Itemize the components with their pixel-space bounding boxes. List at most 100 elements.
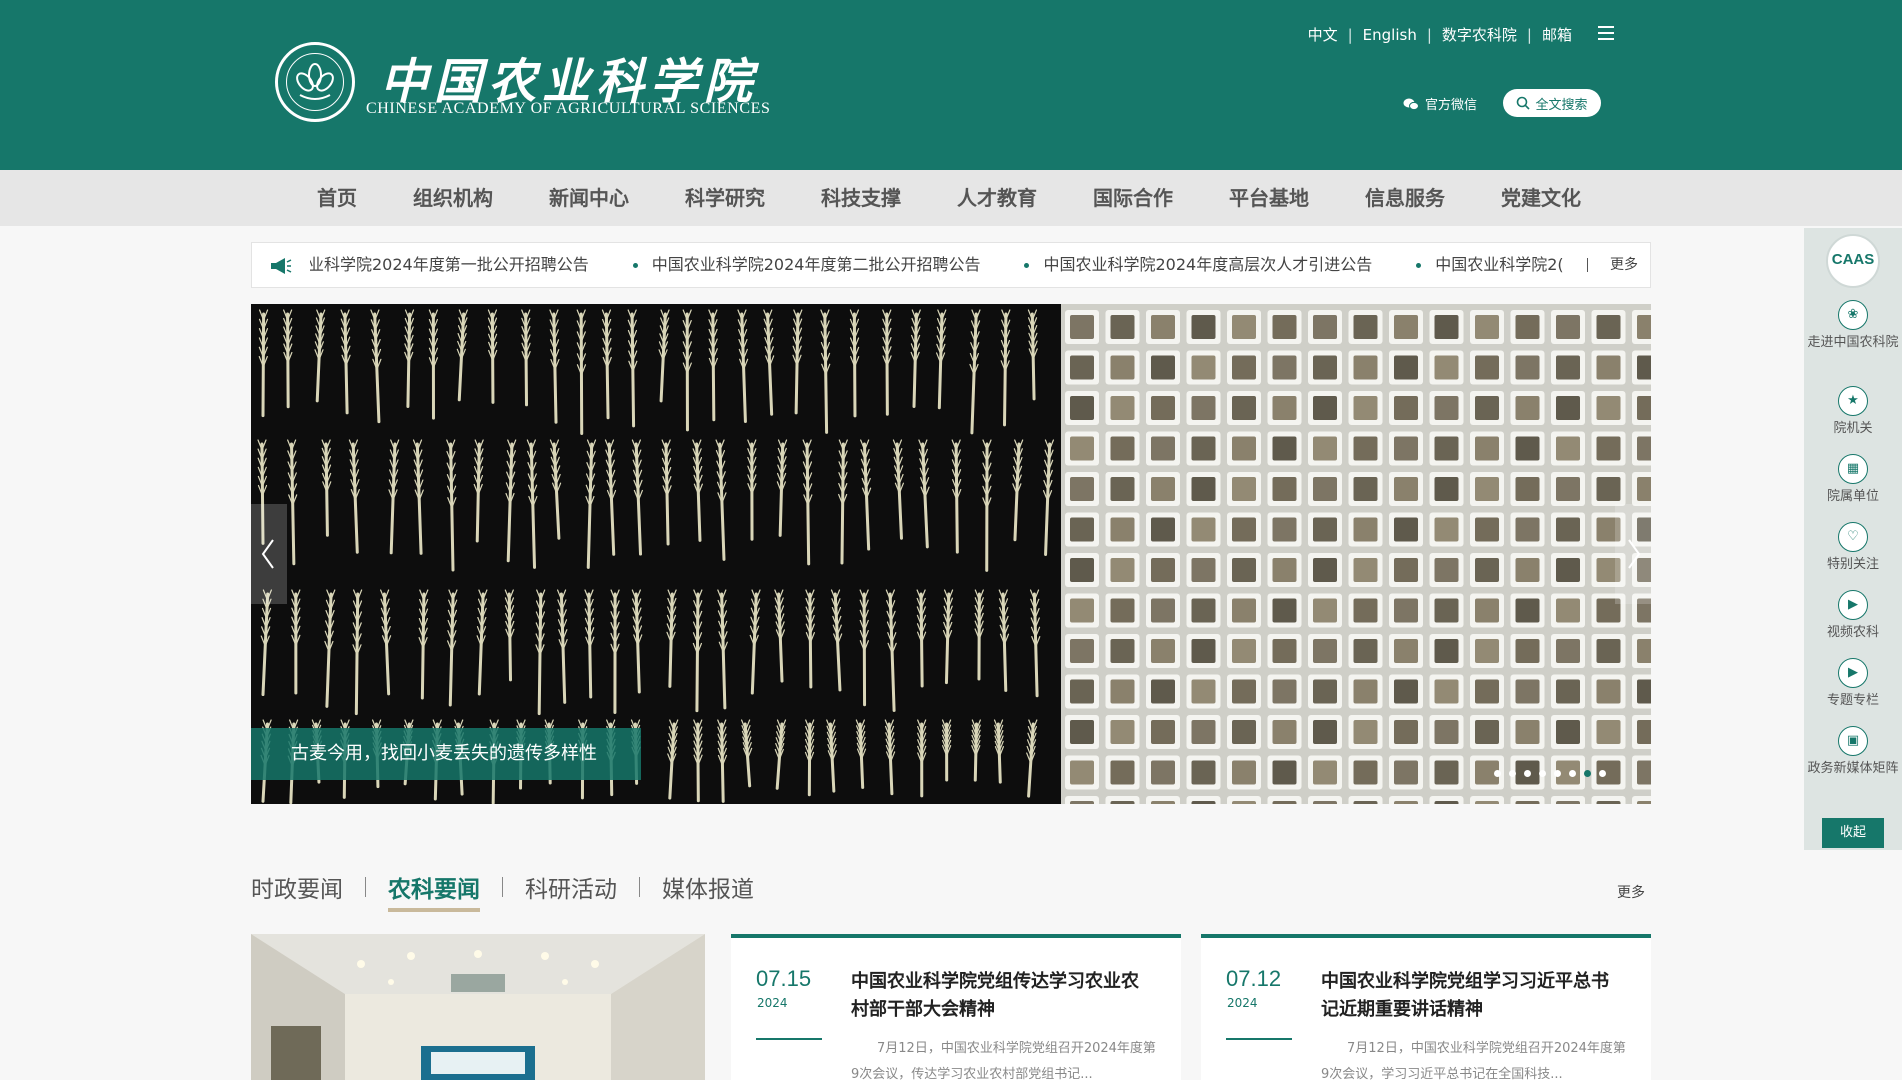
nav-organization[interactable]: 组织机构: [385, 170, 521, 226]
full-text-search-button[interactable]: 全文搜索: [1503, 89, 1601, 117]
tab-media-reports[interactable]: 媒体报道: [662, 870, 754, 912]
sidebar-caas-logo[interactable]: CAAS: [1826, 234, 1880, 288]
news-date: 07.12: [1226, 966, 1282, 991]
nav-news-center[interactable]: 新闻中心: [521, 170, 657, 226]
nav-tech-support[interactable]: 科技支撑: [793, 170, 929, 226]
top-link-separator: |: [1426, 25, 1432, 44]
lang-english-link[interactable]: English: [1363, 26, 1417, 44]
sidebar-item-label: 视频农科: [1826, 625, 1879, 640]
carousel-dot[interactable]: [1494, 770, 1501, 777]
sidebar-item-new-media[interactable]: ▣ 政务新媒体矩阵: [1804, 726, 1902, 778]
mailbox-link[interactable]: 邮箱: [1542, 24, 1572, 45]
tab-current-affairs[interactable]: 时政要闻: [251, 870, 343, 912]
nav-info-service[interactable]: 信息服务: [1337, 170, 1473, 226]
news-more-link[interactable]: 更多: [1617, 882, 1645, 902]
news-photo-meeting-room[interactable]: [251, 934, 705, 1080]
lang-chinese-link[interactable]: 中文: [1308, 24, 1338, 45]
notice-more-link[interactable]: 更多: [1610, 243, 1638, 287]
sidebar-item-special-focus[interactable]: ♡ 特别关注: [1804, 522, 1902, 574]
wechat-label: 官方微信: [1425, 98, 1478, 113]
carousel-dot[interactable]: [1569, 770, 1576, 777]
sidebar-item-topics[interactable]: ▶ 专题专栏: [1804, 658, 1902, 710]
hamburger-menu-icon[interactable]: [1598, 26, 1614, 40]
sidebar-item-headquarters[interactable]: ★ 院机关: [1804, 386, 1902, 438]
right-quick-sidebar: CAAS ❀ 走进中国农科院 ★ 院机关 ▦ 院属单位 ♡ 特别关注 ▶ 视频农…: [1804, 228, 1902, 850]
sidebar-item-institutes[interactable]: ▦ 院属单位: [1804, 454, 1902, 506]
video-icon: ▶: [1838, 658, 1868, 688]
carousel-dot[interactable]: [1509, 770, 1516, 777]
tab-separator: [639, 877, 640, 897]
sidebar-collapse-button[interactable]: 收起: [1822, 818, 1884, 848]
news-card[interactable]: 07.12 2024 中国农业科学院党组学习习近平总书记近期重要讲话精神 7月1…: [1201, 934, 1651, 1080]
nav-home[interactable]: 首页: [297, 170, 385, 226]
megaphone-icon: [271, 258, 292, 274]
digital-caas-link[interactable]: 数字农科院: [1442, 24, 1517, 45]
building-icon: ▦: [1838, 454, 1868, 484]
notice-item[interactable]: 中国农业科学院2024年度第二批公开招聘公告: [632, 243, 980, 287]
notice-separator: [1587, 258, 1588, 272]
news-summary: 7月12日，中国农业科学院党组召开2024年度第9次会议，学习习近平总书记在全国…: [1321, 1041, 1626, 1080]
tab-separator: [502, 877, 503, 897]
notice-track: 中国农业科学院2024年度第一批公开招聘公告 中国农业科学院2024年度第二批公…: [310, 243, 1570, 287]
carousel-dots: [1494, 770, 1606, 777]
sidebar-item-label: 专题专栏: [1826, 693, 1879, 708]
hero-carousel: 古麦今用，找回小麦丢失的遗传多样性: [251, 304, 1651, 804]
carousel-dot[interactable]: [1539, 770, 1546, 777]
chevron-left-icon: [261, 539, 274, 569]
caas-emblem-logo[interactable]: [275, 42, 355, 122]
news-year: 2024: [1227, 996, 1258, 1010]
site-header: 中国农业科学院 CHINESE ACADEMY OF AGRICULTURAL …: [0, 0, 1902, 170]
qr-icon: ▣: [1838, 726, 1868, 756]
sidebar-item-label: 院属单位: [1826, 489, 1879, 504]
nav-research[interactable]: 科学研究: [657, 170, 793, 226]
carousel-dot[interactable]: [1554, 770, 1561, 777]
heart-icon: ♡: [1838, 522, 1868, 552]
nav-talent-education[interactable]: 人才教育: [929, 170, 1065, 226]
news-year: 2024: [757, 996, 788, 1010]
sidebar-item-about[interactable]: ❀ 走进中国农科院: [1804, 300, 1902, 352]
carousel-dot[interactable]: [1524, 770, 1531, 777]
carousel-prev-arrow[interactable]: [251, 504, 287, 604]
news-date: 07.15: [756, 966, 812, 991]
news-date-underline: [1226, 1038, 1292, 1040]
sidebar-item-video[interactable]: ▶ 视频农科: [1804, 590, 1902, 642]
nav-party-culture[interactable]: 党建文化: [1473, 170, 1609, 226]
main-nav: 首页 组织机构 新闻中心 科学研究 科技支撑 人才教育 国际合作 平台基地 信息…: [0, 170, 1902, 226]
news-tabs: 时政要闻 农科要闻 科研活动 媒体报道: [251, 870, 754, 912]
sidebar-item-label: 特别关注: [1826, 557, 1879, 572]
chevron-right-icon: [1628, 539, 1641, 569]
meeting-room-image: [251, 934, 705, 1080]
nav-international[interactable]: 国际合作: [1065, 170, 1201, 226]
news-title[interactable]: 中国农业科学院党组传达学习农业农村部干部大会精神: [851, 968, 1151, 1024]
notice-item[interactable]: 中国农业科学院2024年度高层次人才引进公告: [1024, 243, 1372, 287]
sidebar-item-label: 走进中国农科院: [1807, 335, 1899, 350]
carousel-next-arrow[interactable]: [1615, 504, 1651, 604]
carousel-caption[interactable]: 古麦今用，找回小麦丢失的遗传多样性: [251, 728, 641, 780]
tab-research-activities[interactable]: 科研活动: [525, 870, 617, 912]
top-link-separator: |: [1347, 25, 1353, 44]
news-card[interactable]: 07.15 2024 中国农业科学院党组传达学习农业农村部干部大会精神 7月12…: [731, 934, 1181, 1080]
top-link-separator: |: [1526, 25, 1532, 44]
wechat-link[interactable]: 官方微信: [1403, 94, 1477, 113]
sidebar-item-label: 院机关: [1833, 421, 1873, 436]
sidebar-item-label: 政务新媒体矩阵: [1807, 761, 1899, 776]
emblem-flower-icon: [296, 63, 334, 100]
news-title[interactable]: 中国农业科学院党组学习习近平总书记近期重要讲话精神: [1321, 968, 1621, 1024]
carousel-dot[interactable]: [1599, 770, 1606, 777]
notice-item[interactable]: 中国农业科学院2024年度第一批公开招聘公告: [310, 243, 589, 287]
tab-separator: [365, 877, 366, 897]
carousel-dot[interactable]: [1584, 770, 1591, 777]
nav-platform-base[interactable]: 平台基地: [1201, 170, 1337, 226]
news-date-underline: [756, 1038, 822, 1040]
wechat-icon: [1403, 98, 1419, 110]
tab-caas-news[interactable]: 农科要闻: [388, 870, 480, 912]
seed-trays-image: [1061, 304, 1651, 804]
logo-english-name[interactable]: CHINESE ACADEMY OF AGRICULTURAL SCIENCES: [366, 100, 770, 118]
star-badge-icon: ★: [1838, 386, 1868, 416]
top-links: 中文 | English | 数字农科院 | 邮箱: [1308, 24, 1572, 45]
video-icon: ▶: [1838, 590, 1868, 620]
notice-ticker: 中国农业科学院2024年度第一批公开招聘公告 中国农业科学院2024年度第二批公…: [251, 242, 1651, 288]
notice-item[interactable]: 中国农业科学院2(: [1416, 243, 1564, 287]
flower-icon: ❀: [1838, 300, 1868, 330]
search-label: 全文搜索: [1535, 97, 1588, 113]
